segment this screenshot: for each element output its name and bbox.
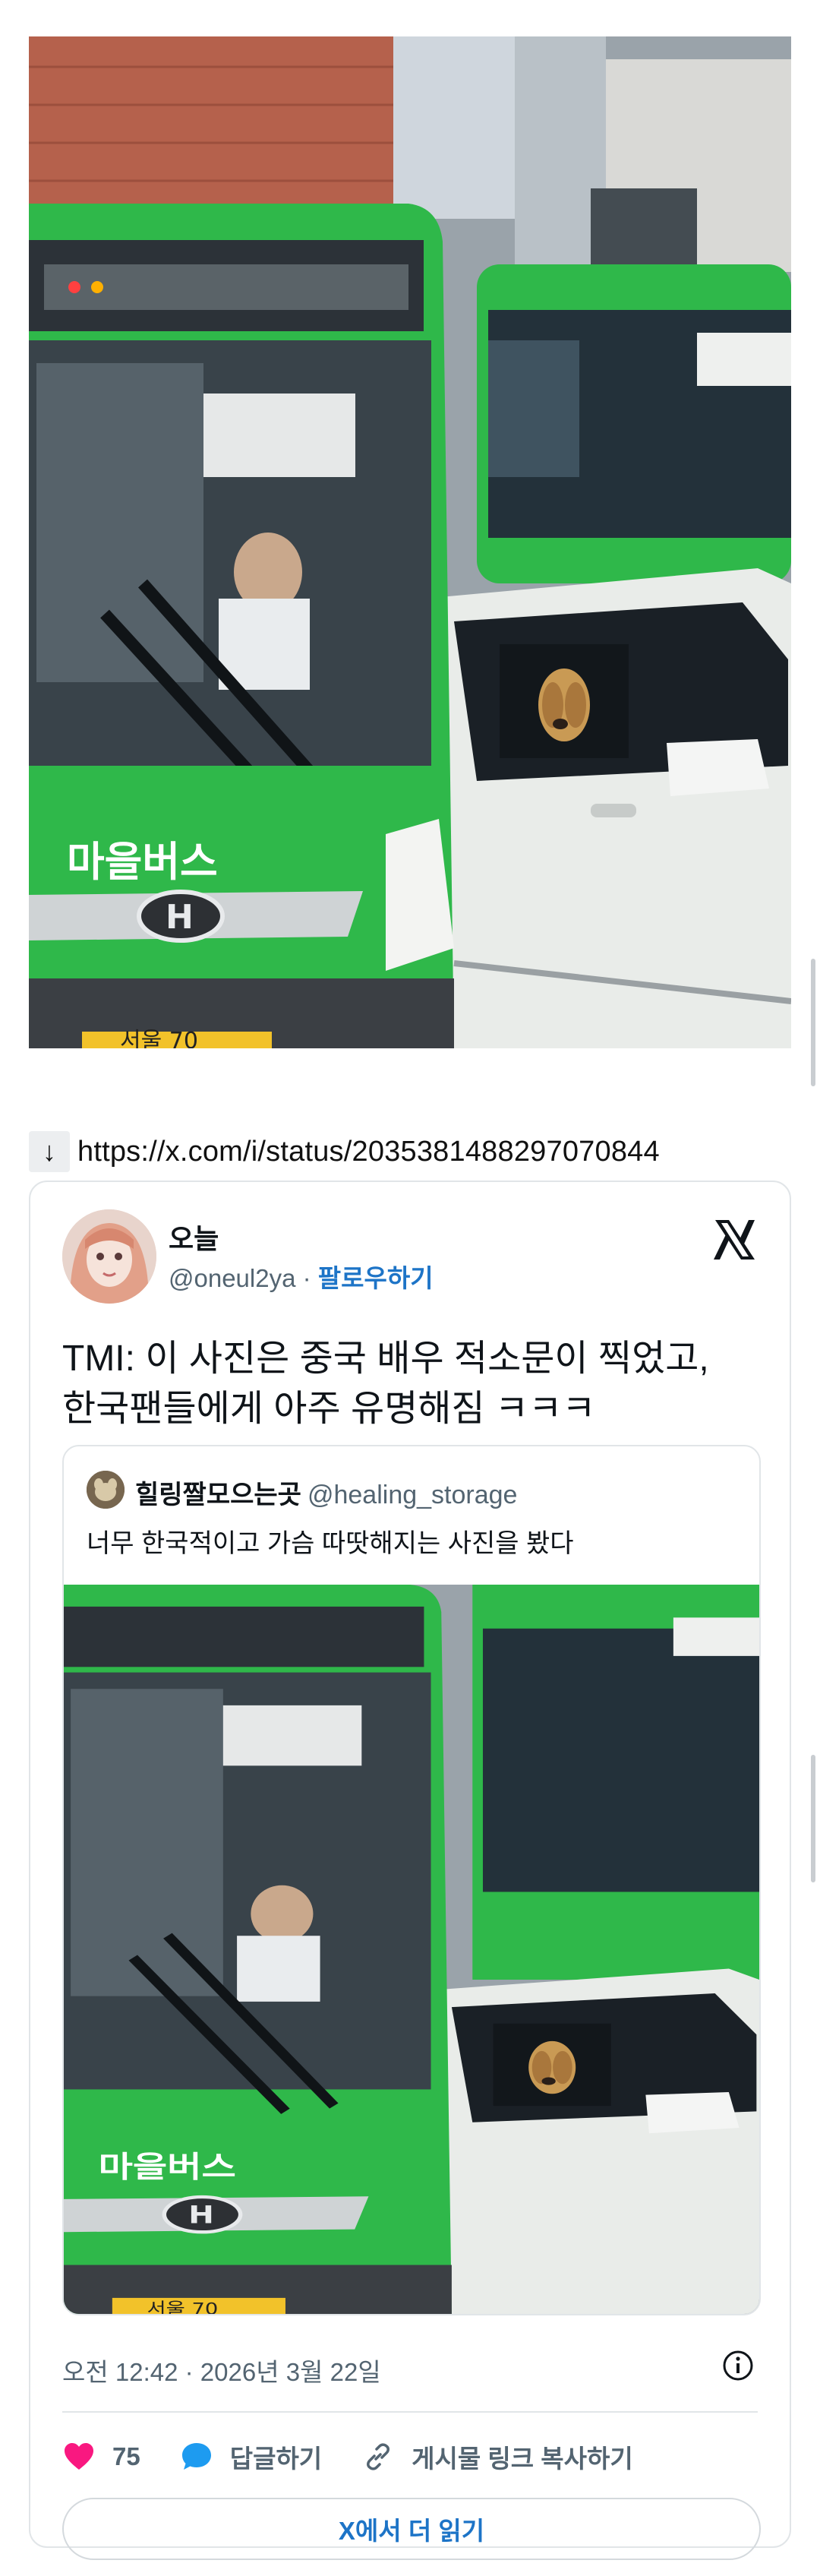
separator-dot: · [295, 1264, 318, 1292]
divider [62, 2411, 758, 2413]
quoted-tweet[interactable]: 힐링짤모으는곳 @healing_storage 너무 한국적이고 가슴 따땃해지… [62, 1445, 761, 2315]
quoted-photo[interactable]: 마을버스 H 서울 70 [64, 1585, 759, 2315]
license-plate: 서울 70 [120, 1028, 198, 1048]
copy-link-label: 게시물 링크 복사하기 [412, 2445, 633, 2473]
follow-button[interactable]: 팔로우하기 [318, 1264, 434, 1292]
quoted-tweet-text: 너무 한국적이고 가슴 따땃해지는 사진을 봤다 [87, 1529, 574, 1558]
source-link[interactable]: https://x.com/i/status/20353814882970708… [77, 1136, 660, 1168]
tweet-text: TMI: 이 사진은 중국 배우 적소문이 찍었고, 한국팬들에게 아주 유명해… [62, 1334, 761, 1434]
author-handle[interactable]: @oneul2ya [169, 1264, 295, 1292]
heart-icon [65, 2443, 93, 2470]
info-icon[interactable] [721, 2349, 755, 2382]
down-arrow-icon: ↓ [29, 1131, 70, 1172]
avatar-image [62, 1209, 156, 1304]
tweet-embed-card[interactable]: 오늘 @oneul2ya · 팔로우하기 TMI: 이 사진은 중국 배우 적소… [29, 1181, 791, 2560]
scrollbar-thumb-lower[interactable] [811, 1755, 815, 1882]
source-link-row[interactable]: ↓ https://x.com/i/status/203538148829707… [29, 1130, 660, 1173]
tweet-text-line-2: 한국팬들에게 아주 유명해짐 ㅋㅋㅋ [62, 1389, 596, 1429]
quoted-author-name[interactable]: 힐링짤모으는곳 [135, 1481, 301, 1509]
scrollbar-thumb[interactable] [811, 959, 815, 1086]
read-more-on-x-button[interactable]: X에서 더 읽기 [62, 2498, 761, 2560]
svg-text:H: H [188, 2201, 214, 2230]
bus-route-label: 마을버스 [67, 838, 218, 886]
tweet-text-line-1: TMI: 이 사진은 중국 배우 적소문이 찍었고, [62, 1339, 709, 1379]
avatar[interactable] [62, 1209, 156, 1304]
quoted-avatar[interactable] [87, 1471, 125, 1509]
quoted-license-plate: 서울 70 [147, 2299, 218, 2315]
author-handle-line: @oneul2ya · 팔로우하기 [169, 1258, 434, 1294]
like-button[interactable]: 75 [62, 2440, 140, 2473]
copy-link-button[interactable]: 게시물 링크 복사하기 [361, 2439, 633, 2475]
x-logo-icon[interactable] [711, 1215, 759, 1264]
like-count: 75 [112, 2442, 140, 2470]
author-name[interactable]: 오늘 [169, 1217, 219, 1256]
quoted-bus-dog-photo: 마을버스 H 서울 70 [64, 1585, 759, 2315]
quoted-author-handle[interactable]: @healing_storage [308, 1481, 517, 1509]
reply-label: 답글하기 [229, 2445, 323, 2473]
reply-bubble-icon [181, 2443, 211, 2470]
bus-dog-photo: 마을버스 H 서울 70 [29, 36, 791, 1048]
quoted-author: 힐링짤모으는곳 @healing_storage [135, 1474, 517, 1511]
quoted-bus-route-label: 마을버스 [99, 2151, 236, 2185]
svg-text:H: H [166, 898, 194, 937]
link-icon [367, 2443, 390, 2470]
tweet-timestamp[interactable]: 오전 12:42 · 2026년 3월 22일 [62, 2352, 381, 2388]
reply-button[interactable]: 답글하기 [180, 2439, 322, 2475]
tweet-actions: 75 답글하기 게시물 링크 복사하기 [62, 2434, 673, 2480]
quoted-avatar-image [87, 1471, 125, 1509]
post-photo[interactable]: 마을버스 H 서울 70 [29, 36, 791, 1048]
